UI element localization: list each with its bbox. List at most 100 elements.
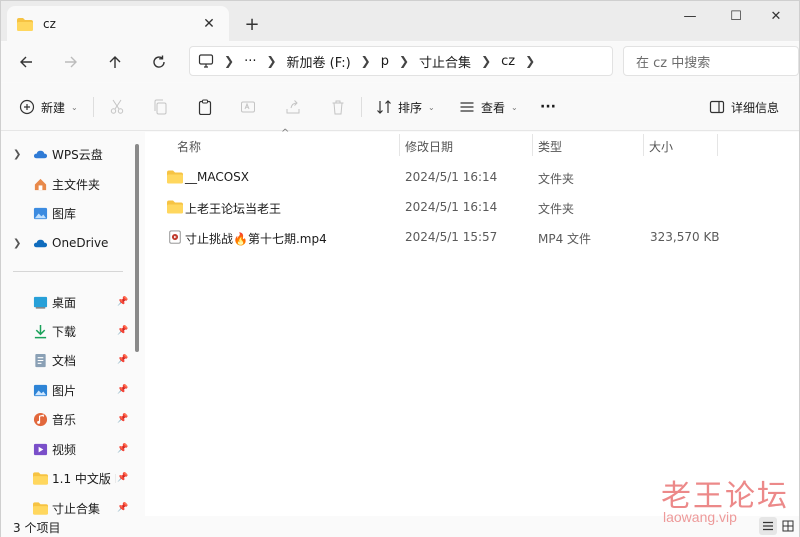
trash-icon [332, 100, 344, 115]
sidebar-item-label: 图库 [52, 206, 77, 221]
sidebar-item-wps-cloud[interactable]: ❯ WPS云盘 [1, 140, 131, 168]
rename-icon [241, 101, 255, 113]
pin-icon: 📌 [117, 473, 129, 483]
delete-button[interactable] [330, 93, 346, 121]
sidebar-item-pictures[interactable]: 图片 📌 [1, 376, 131, 404]
folder-icon [167, 170, 183, 184]
breadcrumb-current[interactable]: cz [501, 54, 515, 69]
details-pane-button[interactable]: 详细信息 [709, 93, 779, 121]
tiles-view-button[interactable] [779, 517, 797, 535]
navigation-pane: ❯ WPS云盘 主文件夹 图库 ❯ OneDrive 桌面 📌 下载 📌 文档 … [1, 132, 143, 516]
breadcrumb-drive[interactable]: 新加卷 (F:) [287, 52, 351, 71]
minimize-button[interactable]: — [667, 1, 713, 31]
breadcrumb-collection[interactable]: 寸止合集 [419, 52, 471, 71]
chevron-right-icon: ❯ [13, 148, 22, 160]
file-row[interactable]: 寸止挑战🔥第十七期.mp4 2024/5/1 15:57 MP4 文件 323,… [161, 222, 781, 252]
folder-icon [33, 501, 48, 515]
tab-cz[interactable]: cz ✕ [7, 6, 229, 42]
forward-button[interactable] [56, 47, 86, 77]
pin-icon: 📌 [117, 297, 129, 307]
music-icon [33, 412, 48, 426]
column-date[interactable]: 修改日期 [405, 138, 453, 155]
sort-label: 排序 [398, 100, 423, 115]
sidebar-item-desktop[interactable]: 桌面 📌 [1, 288, 131, 316]
chevron-right-icon: ❯ [13, 237, 22, 249]
chevron-right-icon: ❯ [360, 54, 371, 68]
sidebar-item-label: 视频 [52, 442, 77, 457]
close-window-button[interactable]: ✕ [753, 1, 799, 31]
column-divider[interactable] [399, 134, 400, 156]
sidebar-item-onedrive[interactable]: ❯ OneDrive [1, 229, 131, 257]
column-size[interactable]: 大小 [649, 138, 673, 155]
sidebar-item-downloads[interactable]: 下载 📌 [1, 317, 131, 345]
arrow-up-icon [109, 56, 121, 68]
sidebar-item-gallery[interactable]: 图库 [1, 199, 131, 227]
sidebar-scrollbar[interactable] [135, 144, 139, 352]
column-divider[interactable] [643, 134, 644, 156]
address-bar[interactable]: ❯ ··· ❯ 新加卷 (F:) ❯ p ❯ 寸止合集 ❯ cz ❯ [189, 46, 613, 76]
chevron-right-icon: ❯ [398, 54, 410, 68]
file-row[interactable]: __MACOSX 2024/5/1 16:14 文件夹 [161, 162, 781, 192]
new-button[interactable]: 新建 ⌄ [19, 93, 78, 121]
desktop-icon [33, 296, 48, 309]
sidebar-item-label: WPS云盘 [52, 147, 103, 162]
paste-button[interactable] [197, 93, 213, 121]
file-name: 上老王论坛当老王 [185, 202, 282, 216]
download-icon [34, 324, 47, 338]
documents-icon [35, 353, 46, 367]
sidebar-item-label: 音乐 [52, 412, 77, 427]
folder-icon [17, 17, 33, 31]
file-type: 文件夹 [538, 202, 575, 216]
pin-icon: 📌 [117, 326, 129, 336]
details-view-button[interactable] [759, 517, 777, 535]
chevron-right-icon: ❯ [481, 54, 492, 68]
sidebar-item-label: 图片 [52, 383, 77, 398]
search-input[interactable]: 在 cz 中搜索 [623, 46, 799, 76]
column-header-row: ^ 名称 修改日期 类型 大小 [145, 128, 799, 158]
copy-button[interactable] [152, 93, 168, 121]
breadcrumb-p[interactable]: p [381, 54, 389, 69]
watermark-url: laowang.vip [663, 509, 737, 525]
divider [361, 97, 362, 117]
sidebar-item-label: 文档 [52, 353, 77, 368]
chevron-right-icon: ❯ [525, 54, 536, 68]
refresh-icon [153, 55, 165, 68]
column-type[interactable]: 类型 [538, 138, 562, 155]
column-divider[interactable] [532, 134, 533, 156]
sort-button[interactable]: 排序 ⌄ [376, 93, 435, 121]
tab-title: cz [43, 17, 56, 31]
share-button[interactable] [285, 93, 301, 121]
sidebar-item-label: 主文件夹 [52, 177, 101, 192]
sort-ascending-icon: ^ [281, 128, 290, 139]
column-name[interactable]: 名称 [177, 138, 201, 155]
breadcrumb-overflow[interactable]: ··· [244, 54, 256, 69]
sidebar-item-videos[interactable]: 视频 📌 [1, 435, 131, 463]
folder-icon [167, 200, 183, 214]
sidebar-item-folder-1-1[interactable]: 1.1 中文版 B 📌 [1, 464, 131, 492]
divider [93, 97, 94, 117]
rename-button[interactable] [240, 93, 256, 121]
view-button[interactable]: 查看 ⌄ [459, 93, 518, 121]
file-name: __MACOSX [185, 170, 250, 184]
more-options-button[interactable]: ··· [540, 93, 556, 121]
refresh-button[interactable] [144, 47, 174, 77]
sidebar-item-documents[interactable]: 文档 📌 [1, 346, 131, 374]
sidebar-item-music[interactable]: 音乐 📌 [1, 405, 131, 433]
share-icon [286, 100, 300, 114]
tab-close-icon[interactable]: ✕ [199, 14, 219, 34]
new-tab-button[interactable]: + [241, 13, 263, 35]
file-list: ^ 名称 修改日期 类型 大小 __MACOSX 2024/5/1 16:14 … [145, 128, 799, 516]
file-date: 2024/5/1 15:57 [405, 230, 498, 244]
pin-icon: 📌 [117, 355, 129, 365]
back-button[interactable] [11, 47, 41, 77]
cut-button[interactable] [109, 93, 125, 121]
chevron-down-icon: ⌄ [428, 102, 435, 112]
sidebar-item-home[interactable]: 主文件夹 [1, 170, 131, 198]
file-type: 文件夹 [538, 172, 575, 186]
column-divider[interactable] [717, 134, 718, 156]
arrow-left-icon [20, 56, 32, 68]
list-view-icon [460, 102, 474, 112]
file-row[interactable]: 上老王论坛当老王 2024/5/1 16:14 文件夹 [161, 192, 781, 222]
address-row: ❯ ··· ❯ 新加卷 (F:) ❯ p ❯ 寸止合集 ❯ cz ❯ 在 cz … [1, 42, 799, 82]
up-button[interactable] [100, 47, 130, 77]
